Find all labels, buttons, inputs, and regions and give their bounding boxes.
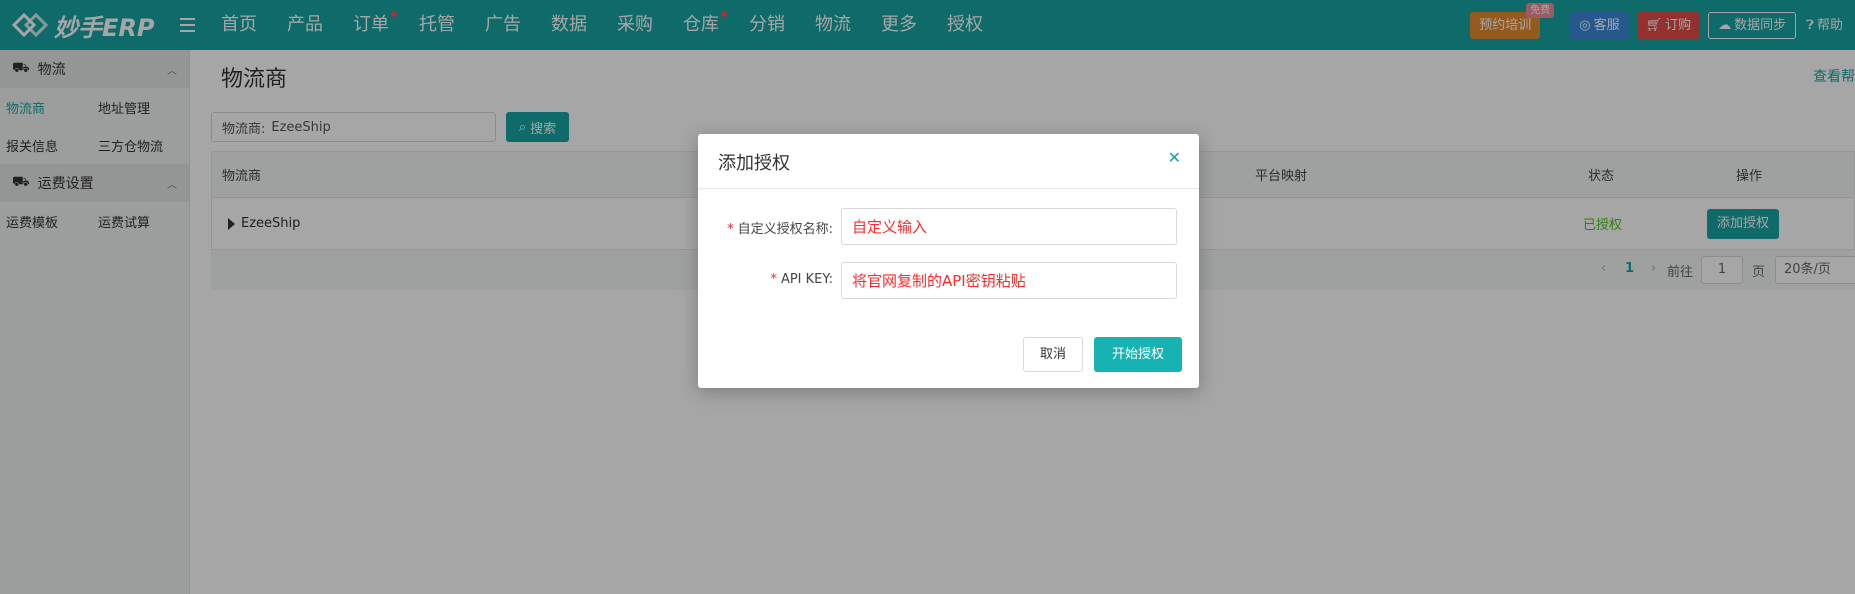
auth-name-input[interactable] [841, 208, 1177, 245]
dialog-title: 添加授权 [718, 153, 790, 174]
cancel-button[interactable]: 取消 [1023, 337, 1083, 372]
required-mark: * [770, 272, 777, 287]
api-key-row: * API KEY: [698, 262, 1199, 300]
add-auth-dialog: 添加授权 ✕ *自定义授权名称: *API KEY: 取消 开始授权 [698, 134, 1199, 388]
close-icon[interactable]: ✕ [1168, 148, 1181, 167]
auth-name-label: 自定义授权名称: [737, 222, 833, 237]
api-key-label: API KEY: [780, 272, 833, 287]
api-key-input[interactable] [841, 262, 1177, 299]
required-mark: * [727, 222, 734, 237]
start-auth-button[interactable]: 开始授权 [1094, 337, 1182, 372]
auth-name-row: * 自定义授权名称: [698, 208, 1199, 246]
